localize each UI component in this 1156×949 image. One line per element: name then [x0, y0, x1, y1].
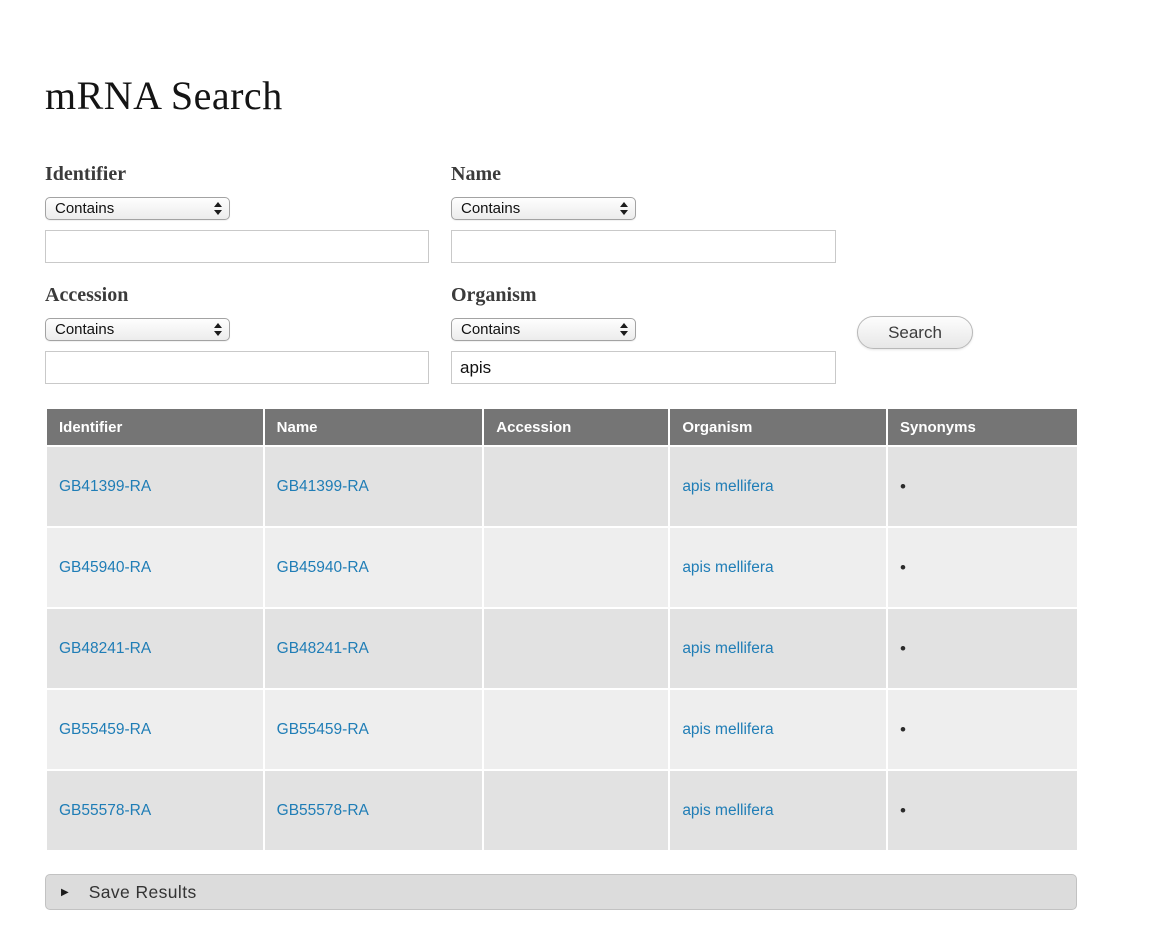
- organism-link[interactable]: apis mellifera: [682, 640, 773, 657]
- stepper-arrows-icon: [214, 202, 222, 215]
- accession-label: Accession: [45, 284, 429, 307]
- stepper-arrows-icon: [214, 323, 222, 336]
- search-button[interactable]: Search: [857, 316, 973, 349]
- accession-operator-select[interactable]: Contains: [45, 318, 230, 341]
- name-input[interactable]: [451, 230, 836, 263]
- identifier-link[interactable]: GB55459-RA: [59, 721, 151, 738]
- accession-cell: [484, 690, 668, 769]
- column-header-identifier: Identifier: [47, 409, 263, 445]
- accession-cell: [484, 609, 668, 688]
- name-link[interactable]: GB45940-RA: [277, 559, 369, 576]
- table-row: GB55578-RA GB55578-RA apis mellifera •: [47, 771, 1077, 850]
- accession-filter-group: Accession Contains: [45, 284, 429, 384]
- name-link[interactable]: GB55459-RA: [277, 721, 369, 738]
- organism-filter-group: Organism Contains: [451, 284, 836, 384]
- table-header-row: Identifier Name Accession Organism Synon…: [47, 409, 1077, 445]
- column-header-accession: Accession: [484, 409, 668, 445]
- accession-input[interactable]: [45, 351, 429, 384]
- identifier-operator-value: Contains: [55, 200, 214, 217]
- column-header-synonyms: Synonyms: [888, 409, 1077, 445]
- table-row: GB55459-RA GB55459-RA apis mellifera •: [47, 690, 1077, 769]
- name-filter-group: Name Contains: [451, 163, 836, 263]
- organism-link[interactable]: apis mellifera: [682, 802, 773, 819]
- identifier-link[interactable]: GB48241-RA: [59, 640, 151, 657]
- name-label: Name: [451, 163, 836, 186]
- organism-operator-value: Contains: [461, 321, 620, 338]
- organism-link[interactable]: apis mellifera: [682, 721, 773, 738]
- search-button-container: Search: [857, 284, 973, 405]
- table-row: GB45940-RA GB45940-RA apis mellifera •: [47, 528, 1077, 607]
- organism-input[interactable]: [451, 351, 836, 384]
- stepper-arrows-icon: [620, 202, 628, 215]
- synonym-bullet: •: [900, 801, 906, 820]
- page-title: mRNA Search: [45, 72, 1079, 119]
- page-content: mRNA Search Identifier Contains Name Con…: [45, 0, 1079, 910]
- identifier-input[interactable]: [45, 230, 429, 263]
- save-results-toggle[interactable]: ▶ Save Results: [45, 874, 1077, 910]
- accession-cell: [484, 528, 668, 607]
- name-operator-value: Contains: [461, 200, 620, 217]
- synonym-bullet: •: [900, 639, 906, 658]
- organism-link[interactable]: apis mellifera: [682, 478, 773, 495]
- synonym-bullet: •: [900, 720, 906, 739]
- expand-triangle-icon: ▶: [61, 887, 69, 898]
- table-row: GB41399-RA GB41399-RA apis mellifera •: [47, 447, 1077, 526]
- name-operator-select[interactable]: Contains: [451, 197, 636, 220]
- accession-cell: [484, 447, 668, 526]
- synonym-bullet: •: [900, 558, 906, 577]
- accession-operator-value: Contains: [55, 321, 214, 338]
- name-link[interactable]: GB55578-RA: [277, 802, 369, 819]
- save-results-label: Save Results: [89, 882, 197, 903]
- accession-cell: [484, 771, 668, 850]
- organism-label: Organism: [451, 284, 836, 307]
- column-header-name: Name: [265, 409, 483, 445]
- table-row: GB48241-RA GB48241-RA apis mellifera •: [47, 609, 1077, 688]
- results-table: Identifier Name Accession Organism Synon…: [45, 407, 1079, 852]
- synonym-bullet: •: [900, 477, 906, 496]
- name-link[interactable]: GB48241-RA: [277, 640, 369, 657]
- name-link[interactable]: GB41399-RA: [277, 478, 369, 495]
- identifier-filter-group: Identifier Contains: [45, 163, 429, 263]
- identifier-link[interactable]: GB41399-RA: [59, 478, 151, 495]
- organism-operator-select[interactable]: Contains: [451, 318, 636, 341]
- identifier-link[interactable]: GB55578-RA: [59, 802, 151, 819]
- stepper-arrows-icon: [620, 323, 628, 336]
- organism-link[interactable]: apis mellifera: [682, 559, 773, 576]
- identifier-link[interactable]: GB45940-RA: [59, 559, 151, 576]
- column-header-organism: Organism: [670, 409, 886, 445]
- identifier-label: Identifier: [45, 163, 429, 186]
- filter-form: Identifier Contains Name Contains Access…: [45, 163, 1079, 405]
- identifier-operator-select[interactable]: Contains: [45, 197, 230, 220]
